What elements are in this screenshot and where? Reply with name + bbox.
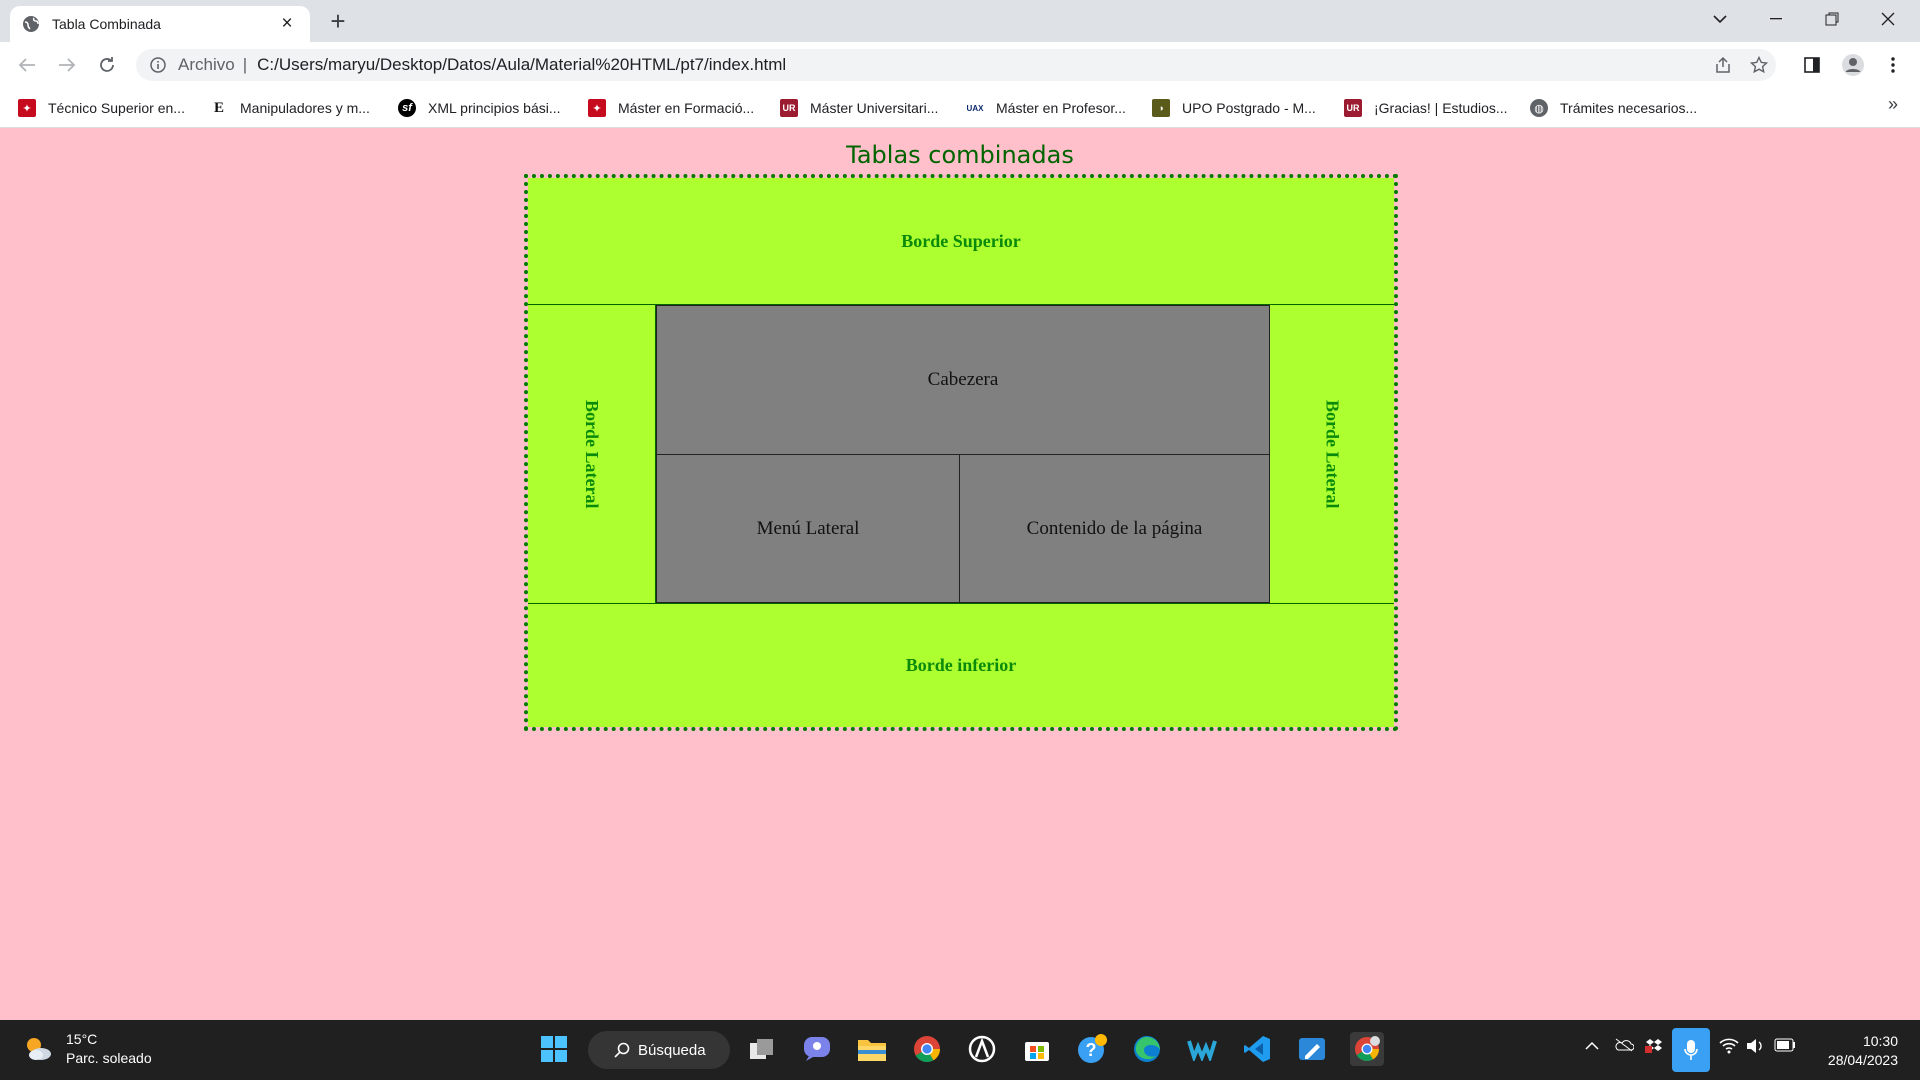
edge-icon[interactable] bbox=[1130, 1032, 1164, 1066]
bookmark-item[interactable]: UR Máster Universitari... bbox=[780, 96, 938, 120]
chrome-profile-icon[interactable] bbox=[1350, 1032, 1384, 1066]
bookmark-label: Técnico Superior en... bbox=[48, 100, 185, 116]
header-cell: Cabezera bbox=[656, 305, 1270, 455]
upo-logo-icon: ◑ bbox=[1152, 99, 1170, 117]
university-logo-icon: UR bbox=[1344, 99, 1362, 117]
spain-shield-icon: ✦ bbox=[588, 99, 606, 117]
vscode-icon[interactable] bbox=[1240, 1032, 1274, 1066]
profile-avatar-icon[interactable] bbox=[1838, 50, 1868, 80]
close-window-icon[interactable] bbox=[1860, 0, 1916, 38]
weather-condition: Parc. soleado bbox=[66, 1050, 152, 1066]
search-label: Búsqueda bbox=[638, 1041, 706, 1059]
tab-search-chevron-icon[interactable] bbox=[1692, 0, 1748, 38]
windows-start-icon[interactable] bbox=[537, 1032, 571, 1066]
restore-icon[interactable] bbox=[1804, 0, 1860, 38]
file-explorer-icon[interactable] bbox=[855, 1032, 889, 1066]
bookmark-item[interactable]: ✦ Técnico Superior en... bbox=[18, 96, 185, 120]
bookmark-item[interactable]: sf XML principios bási... bbox=[398, 96, 561, 120]
search-icon bbox=[614, 1042, 630, 1058]
more-bookmarks-chevron-icon[interactable]: » bbox=[1888, 94, 1898, 115]
bookmark-item[interactable]: UAX Máster en Profesor... bbox=[966, 96, 1126, 120]
battery-icon[interactable] bbox=[1774, 1038, 1796, 1055]
reload-icon[interactable] bbox=[92, 50, 122, 80]
volume-icon[interactable] bbox=[1746, 1038, 1764, 1057]
app-icon[interactable] bbox=[965, 1032, 999, 1066]
taskbar: 15°C Parc. soleado Búsqueda ? 10:30 28/0… bbox=[0, 1020, 1920, 1080]
bookmark-label: Máster en Profesor... bbox=[996, 100, 1126, 116]
partly-sunny-icon bbox=[27, 1038, 51, 1060]
spain-shield-icon: ✦ bbox=[18, 99, 36, 117]
wifi-icon[interactable] bbox=[1719, 1038, 1739, 1057]
svg-text:?: ? bbox=[1086, 1040, 1097, 1060]
bookmark-label: Trámites necesarios... bbox=[1560, 100, 1698, 116]
chrome-icon[interactable] bbox=[910, 1032, 944, 1066]
bookmark-label: Manipuladores y m... bbox=[240, 100, 370, 116]
bookmark-item[interactable]: E Manipuladores y m... bbox=[210, 96, 370, 120]
webex-icon[interactable] bbox=[1185, 1032, 1219, 1066]
tab-tabla-combinada[interactable]: Tabla Combinada × bbox=[10, 6, 310, 42]
minimize-icon[interactable] bbox=[1748, 0, 1804, 38]
bookmark-item[interactable]: ◑ UPO Postgrado - M... bbox=[1152, 96, 1316, 120]
address-bar[interactable]: Archivo | C:/Users/maryu/Desktop/Datos/A… bbox=[136, 49, 1776, 81]
university-logo-icon: UR bbox=[780, 99, 798, 117]
right-border-cell: Borde Lateral bbox=[1270, 305, 1394, 603]
bookmark-label: UPO Postgrado - M... bbox=[1182, 100, 1316, 116]
bookmark-label: Máster Universitari... bbox=[810, 100, 939, 116]
bookmark-star-icon[interactable] bbox=[1744, 49, 1774, 81]
globe-icon: ◍ bbox=[1530, 99, 1548, 117]
chat-icon[interactable] bbox=[800, 1032, 834, 1066]
info-icon[interactable] bbox=[150, 57, 166, 73]
forward-arrow-icon[interactable] bbox=[52, 50, 82, 80]
bookmark-label: XML principios bási... bbox=[428, 100, 561, 116]
page-content-cell: Contenido de la página bbox=[959, 454, 1270, 603]
weather-widget[interactable]: 15°C Parc. soleado bbox=[22, 1030, 152, 1068]
time: 10:30 bbox=[1862, 1033, 1898, 1049]
show-hidden-icons-icon[interactable] bbox=[1585, 1038, 1599, 1054]
new-tab-button[interactable]: + bbox=[326, 8, 350, 34]
menu-kebab-icon[interactable] bbox=[1878, 50, 1908, 80]
bookmarks-bar: ✦ Técnico Superior en... E Manipuladores y… bbox=[0, 88, 1920, 128]
bookmark-label: ¡Gracias! | Estudios... bbox=[1374, 100, 1508, 116]
dropbox-icon[interactable] bbox=[1645, 1038, 1663, 1057]
share-icon[interactable] bbox=[1708, 49, 1738, 81]
left-border-label: Borde Lateral bbox=[582, 399, 602, 509]
bookmark-label: Máster en Formació... bbox=[618, 100, 755, 116]
page-title: Tablas combinadas bbox=[846, 141, 1074, 169]
store-icon[interactable] bbox=[1020, 1032, 1054, 1066]
right-border-label: Borde Lateral bbox=[1322, 399, 1343, 509]
tab-strip: Tabla Combinada × + bbox=[0, 0, 1920, 42]
close-tab-icon[interactable]: × bbox=[276, 13, 298, 35]
symfony-icon: sf bbox=[398, 99, 416, 117]
side-panel-icon[interactable] bbox=[1797, 50, 1827, 80]
globe-icon bbox=[23, 16, 39, 32]
back-arrow-icon[interactable] bbox=[12, 50, 42, 80]
temperature: 15°C bbox=[66, 1031, 98, 1047]
task-view-icon[interactable] bbox=[745, 1032, 779, 1066]
uax-logo-icon: UAX bbox=[966, 99, 984, 117]
combined-table: Borde Superior Borde Lateral Cabezera Me… bbox=[524, 174, 1398, 731]
url-text: C:/Users/maryu/Desktop/Datos/Aula/Materi… bbox=[257, 55, 787, 74]
help-icon[interactable]: ? bbox=[1075, 1032, 1109, 1066]
left-border-cell: Borde Lateral bbox=[528, 305, 656, 603]
date: 28/04/2023 bbox=[1827, 1052, 1898, 1068]
side-menu-cell: Menú Lateral bbox=[656, 454, 960, 603]
e-letter-icon: E bbox=[210, 99, 228, 117]
clock[interactable]: 10:30 28/04/2023 bbox=[1828, 1032, 1898, 1070]
bottom-border-cell: Borde inferior bbox=[528, 603, 1394, 727]
bookmark-item[interactable]: ◍ Trámites necesarios... bbox=[1530, 96, 1697, 120]
top-border-cell: Borde Superior bbox=[528, 178, 1394, 305]
taskbar-search[interactable]: Búsqueda bbox=[588, 1031, 730, 1069]
browser-toolbar: Archivo | C:/Users/maryu/Desktop/Datos/A… bbox=[0, 42, 1920, 88]
microphone-icon[interactable] bbox=[1672, 1028, 1710, 1072]
bookmark-item[interactable]: ✦ Máster en Formació... bbox=[588, 96, 754, 120]
onedrive-offline-icon[interactable] bbox=[1614, 1038, 1635, 1055]
paint-icon[interactable] bbox=[1295, 1032, 1329, 1066]
omnibox-separator: | bbox=[242, 55, 248, 74]
bookmark-item[interactable]: UR ¡Gracias! | Estudios... bbox=[1344, 96, 1508, 120]
tab-title: Tabla Combinada bbox=[52, 16, 161, 32]
omnibox-scheme-label: Archivo bbox=[178, 55, 235, 74]
